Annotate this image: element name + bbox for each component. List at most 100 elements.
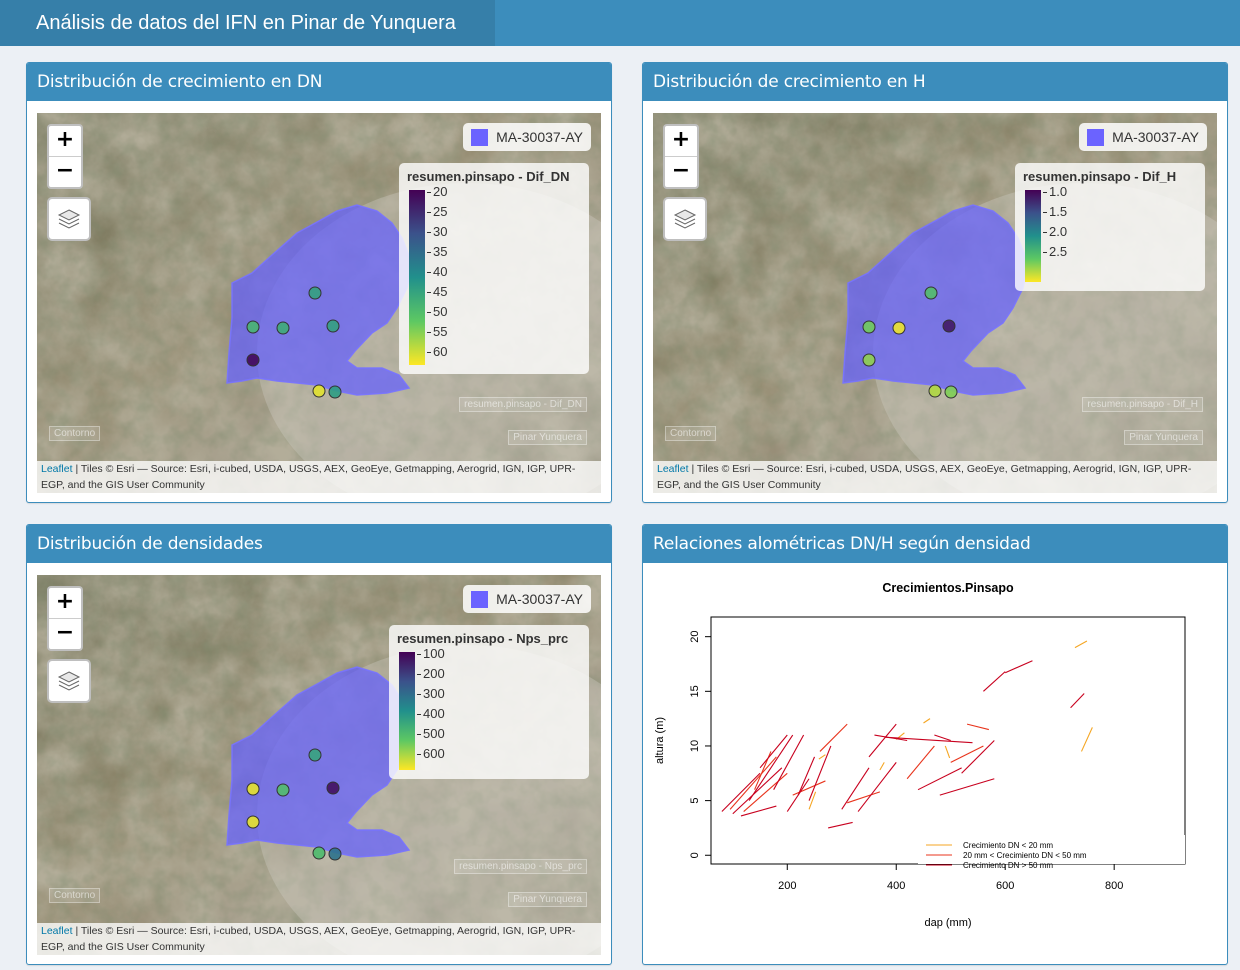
legend-tick: 200 [417,667,445,681]
growth-segment [885,736,973,744]
legend-tick: 2.5 [1043,245,1067,259]
map-density[interactable]: + − MA-30037-AY resumen.pinsapo - Nps_prc 10… [37,575,601,955]
map-attribution: Leaflet | Tiles © Esri — Source: Esri, i… [653,461,1217,493]
legend-tick: 35 [427,245,447,259]
zoom-in-icon[interactable]: + [665,126,697,156]
legend-tick: 45 [427,285,447,299]
map-growth-dn[interactable]: + − MA-30037-AY resumen.pinsapo - Dif_DN 20 2… [37,113,601,493]
legend-ghost-label: resumen.pinsapo - Dif_DN [459,397,587,412]
growth-segment [729,756,777,810]
overlay-swatch [471,128,489,146]
plot-point[interactable] [942,319,956,333]
chart-title: Crecimientos.Pinsapo [882,581,1014,595]
growth-segment [808,745,832,801]
legend-tick: 600 [417,747,445,761]
plot-point[interactable] [862,353,876,367]
color-legend: resumen.pinsapo - Nps_prc 100 200 300 400 500… [389,625,589,779]
zoom-out-icon[interactable]: − [49,618,81,649]
plot-point[interactable] [246,353,260,367]
plot-point[interactable] [276,783,290,797]
growth-segment [808,791,817,810]
app-title: Análisis de datos del IFN en Pinar de Yu… [0,0,495,46]
growth-segment [906,745,935,780]
overlay-label: MA-30037-AY [496,129,583,145]
zoom-control: + − [663,124,699,189]
y-tick-label: 20 [689,631,701,643]
legend-tick: 30 [427,225,447,239]
x-tick-label: 800 [1105,880,1123,892]
growth-segment [961,740,995,774]
legend-ghost-label: resumen.pinsapo - Nps_prc [454,859,587,874]
growth-segment [1070,693,1085,709]
plot-point[interactable] [308,748,322,762]
leaflet-link[interactable]: Leaflet [657,463,689,475]
layer-label-contorno: Contorno [665,426,717,441]
plot-point[interactable] [326,319,340,333]
growth-segment [983,671,1006,692]
layers-icon[interactable] [47,659,91,703]
overlay-toggle[interactable]: MA-30037-AY [463,123,591,151]
attribution-text: | Tiles © Esri — Source: Esri, i-cubed, … [41,463,576,491]
allometry-chart: Crecimientos.Pinsapo 200 400 600 800 0 5 10 15 20… [654,581,1186,929]
zoom-control: + − [47,586,83,651]
plot-point[interactable] [892,321,906,335]
plot-point[interactable] [312,846,326,860]
x-tick-label: 200 [778,880,796,892]
y-tick-label: 10 [689,740,701,752]
growth-segment [917,767,962,791]
plot-point[interactable] [944,385,958,399]
overlay-label: MA-30037-AY [496,591,583,607]
plot-point[interactable] [862,320,876,334]
legend-tick: 2.0 [1043,225,1067,239]
legend-ghost-label: resumen.pinsapo - Dif_H [1082,397,1203,412]
plot-point[interactable] [246,815,260,829]
overlay-toggle[interactable]: MA-30037-AY [1079,123,1207,151]
growth-segment [773,734,805,790]
plot-point[interactable] [328,847,342,861]
growth-segment [819,723,848,752]
map-growth-h[interactable]: + − MA-30037-AY resumen.pinsapo - Dif_H 1.0 1… [653,113,1217,493]
growth-segment [740,805,777,817]
growth-segment [944,745,951,759]
plot-point[interactable] [312,384,326,398]
overlay-toggle[interactable]: MA-30037-AY [463,585,591,613]
plot-point[interactable] [326,781,340,795]
plot-point[interactable] [328,385,342,399]
color-legend: resumen.pinsapo - Dif_H 1.0 1.5 2.0 2.5 [1015,163,1205,291]
leaflet-link[interactable]: Leaflet [41,463,73,475]
layer-label-pinar: Pinar Yunquera [508,892,587,907]
overlay-swatch [1087,128,1105,146]
legend-entry: 20 mm < Crecimiento DN < 50 mm [963,851,1087,860]
leaflet-link[interactable]: Leaflet [41,925,73,937]
growth-segment [934,734,951,742]
legend-tick: 20 [427,185,447,199]
layers-icon[interactable] [663,197,707,241]
allometry-plot: Crecimientos.Pinsapo 200 400 600 800 0 5 10 15 20… [653,567,1227,963]
zoom-in-icon[interactable]: + [49,588,81,618]
panel-title: Relaciones alométricas DN/H según densid… [643,525,1227,563]
plot-point[interactable] [928,384,942,398]
panel-growth-dn: Distribución de crecimiento en DN + − MA-3… [26,62,612,503]
legend-entry: Crecimiento DN > 50 mm [963,861,1053,870]
plot-point[interactable] [246,320,260,334]
zoom-out-icon[interactable]: − [49,156,81,187]
panel-title: Distribución de crecimiento en DN [27,63,611,101]
growth-segment [857,762,897,812]
plot-point[interactable] [246,782,260,796]
plot-point[interactable] [924,286,938,300]
y-axis-label: altura (m) [654,717,666,764]
zoom-in-icon[interactable]: + [49,126,81,156]
layers-icon[interactable] [47,197,91,241]
plot-point[interactable] [276,321,290,335]
legend-tick: 40 [427,265,447,279]
growth-segment [828,821,853,829]
zoom-out-icon[interactable]: − [665,156,697,187]
legend-tick: 1.0 [1043,185,1067,199]
plot-point[interactable] [308,286,322,300]
legend-title: resumen.pinsapo - Dif_DN [407,169,570,184]
growth-segment [939,778,995,796]
legend-tick: 500 [417,727,445,741]
legend-title: resumen.pinsapo - Dif_H [1023,169,1177,184]
growth-segment [879,762,885,771]
panel-allometry: Relaciones alométricas DN/H según densid… [642,524,1228,965]
